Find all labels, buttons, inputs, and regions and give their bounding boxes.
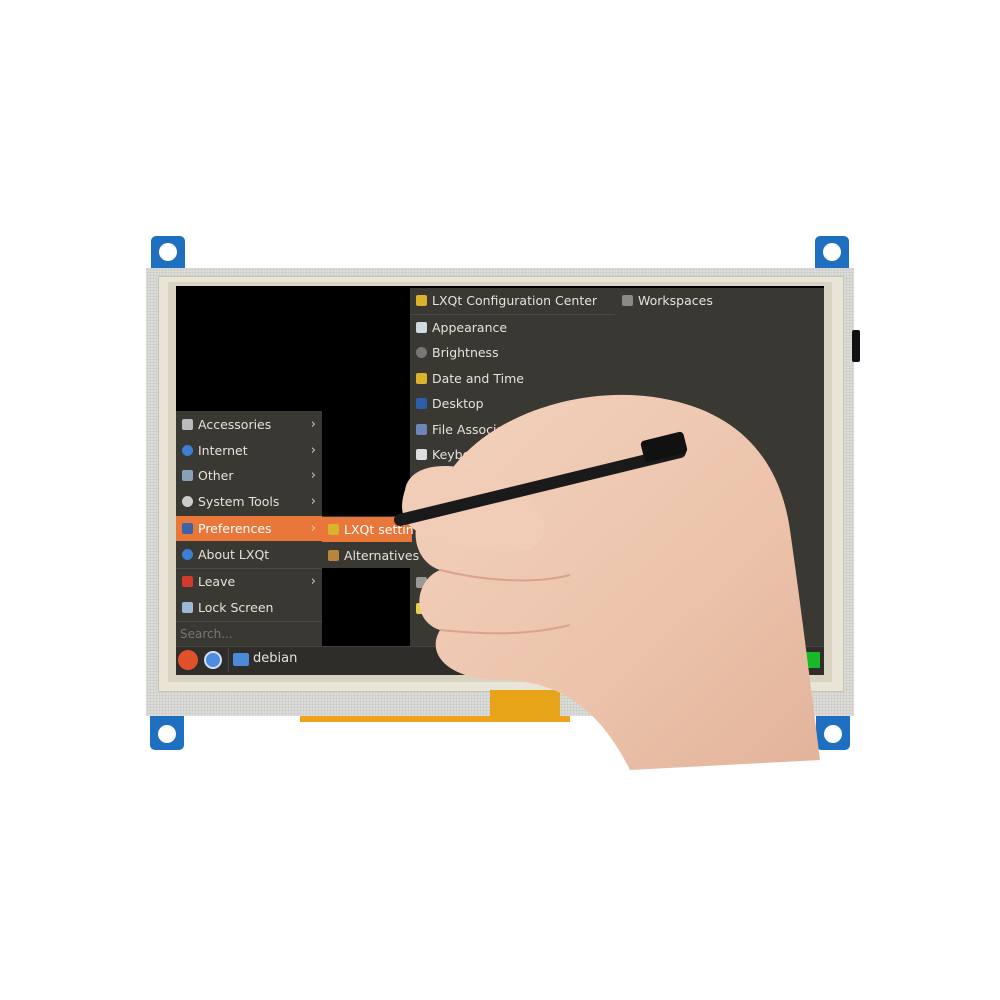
chevron-right-icon: › <box>310 494 316 509</box>
folder-icon <box>233 653 249 666</box>
alternatives-icon <box>328 550 339 561</box>
menu-item-lxqt-config-center[interactable]: LXQt Configuration Center <box>410 288 620 313</box>
info-icon <box>182 549 193 560</box>
workspaces-icon <box>622 295 633 306</box>
trash-icon <box>182 419 193 430</box>
mount-tab-top-right <box>815 236 849 270</box>
gear-icon <box>182 496 193 507</box>
lxqt-start-icon[interactable] <box>178 650 198 670</box>
menu-item-accessories[interactable]: Accessories › <box>176 412 322 437</box>
hand-palm <box>415 394 820 770</box>
menu-item-preferences[interactable]: Preferences › <box>176 516 322 541</box>
menu-item-lock-screen[interactable]: Lock Screen <box>176 595 322 620</box>
menu-item-appearance[interactable]: Appearance <box>410 315 620 340</box>
menu-item-leave[interactable]: Leave › <box>176 569 322 594</box>
mount-tab-bottom-left <box>150 716 184 750</box>
lock-icon <box>182 602 193 613</box>
menu-item-system-tools[interactable]: System Tools › <box>176 489 322 514</box>
hand-with-stylus <box>394 394 820 770</box>
power-switch <box>852 330 860 362</box>
chevron-right-icon: › <box>310 574 316 589</box>
device-icon <box>182 470 193 481</box>
chevron-right-icon: › <box>310 468 316 483</box>
menu-item-about-lxqt[interactable]: About LXQt <box>176 542 322 567</box>
divider <box>176 621 322 622</box>
brightness-icon <box>416 347 427 358</box>
globe-icon <box>182 445 193 456</box>
menu-item-internet[interactable]: Internet › <box>176 438 322 463</box>
chevron-right-icon: › <box>310 443 316 458</box>
tools-icon <box>328 524 339 535</box>
search-input[interactable] <box>178 623 322 645</box>
preferences-icon <box>182 523 193 534</box>
chromium-icon[interactable] <box>204 651 222 669</box>
chevron-right-icon: › <box>310 521 316 536</box>
tools-icon <box>416 295 427 306</box>
menu-item-brightness[interactable]: Brightness <box>410 340 620 365</box>
appearance-icon <box>416 322 427 333</box>
main-menu: Accessories › Internet › Other › System Too… <box>176 411 322 646</box>
mount-tab-top-left <box>151 236 185 270</box>
power-icon <box>182 576 193 587</box>
chevron-right-icon: › <box>310 417 316 432</box>
menu-item-workspaces[interactable]: Workspaces <box>616 288 816 313</box>
menu-item-other[interactable]: Other › <box>176 463 322 488</box>
